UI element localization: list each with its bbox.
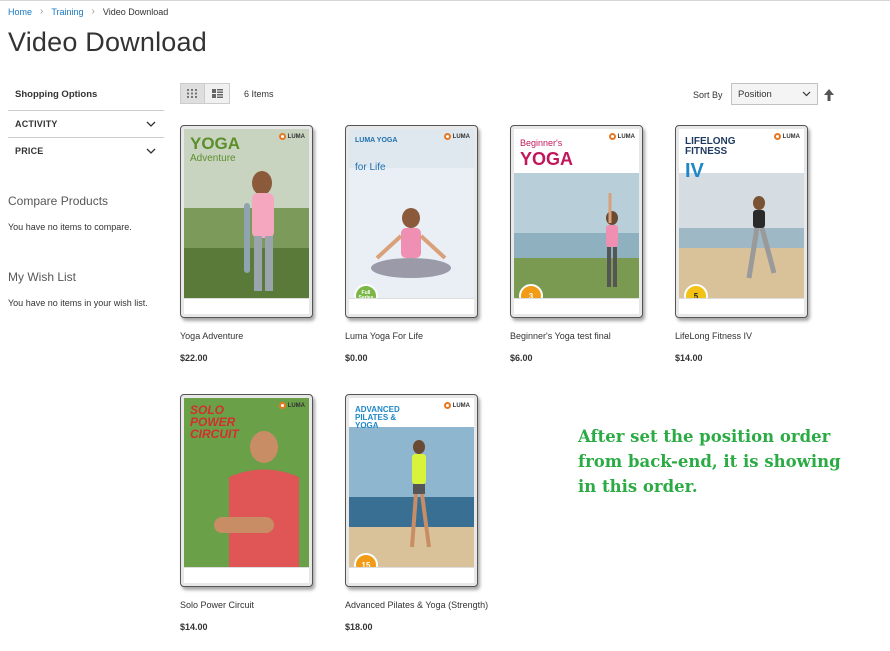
list-view-button[interactable] — [205, 83, 230, 104]
cover-footer — [184, 298, 309, 314]
wishlist-title: My Wish List — [8, 270, 77, 284]
product-item: LIFELONG FITNESS IV LUMA 5 LifeLong Fitn… — [675, 125, 825, 363]
cover-photo — [349, 168, 474, 298]
product-item: ADVANCED PILATES & YOGA LUMA 15 Advanced… — [345, 394, 495, 632]
product-name-link[interactable]: LifeLong Fitness IV — [675, 331, 825, 341]
cover-photo — [514, 173, 639, 298]
luma-logo: LUMA — [278, 402, 305, 409]
product-name-link[interactable]: Advanced Pilates & Yoga (Strength) — [345, 600, 495, 610]
grid-icon — [187, 89, 197, 98]
view-modes — [180, 83, 230, 104]
cover-title: SOLO POWER CIRCUIT — [190, 403, 239, 441]
cover-title: LIFELONG FITNESS — [685, 136, 736, 157]
filter-activity[interactable]: ACTIVITY — [8, 110, 164, 137]
product-price: $22.00 — [180, 353, 208, 363]
breadcrumb-training-link[interactable]: Training — [51, 7, 83, 17]
product-item: SOLO POWER CIRCUIT LUMA Solo Power Circu… — [180, 394, 330, 632]
sort-by-value: Position — [738, 88, 772, 100]
product-image[interactable]: ADVANCED PILATES & YOGA LUMA 15 — [345, 394, 478, 587]
product-image[interactable]: SOLO POWER CIRCUIT LUMA — [180, 394, 313, 587]
product-item: LUMA YOGA for Life LUMA Full Series Luma… — [345, 125, 495, 363]
sort-direction-arrow-icon[interactable] — [823, 88, 835, 102]
luma-logo: LUMA — [443, 133, 470, 140]
cover-subtitle: IV — [685, 160, 704, 182]
product-price: $6.00 — [510, 353, 533, 363]
product-price: $18.00 — [345, 622, 373, 632]
product-name-link[interactable]: Luma Yoga For Life — [345, 331, 495, 341]
breadcrumb-separator-icon: › — [91, 6, 95, 17]
breadcrumb-separator-icon: › — [40, 6, 44, 17]
wishlist-text: You have no items in your wish list. — [8, 298, 148, 308]
compare-products-title: Compare Products — [8, 194, 109, 208]
sort-by-label: Sort By — [693, 90, 723, 100]
product-image[interactable]: LIFELONG FITNESS IV LUMA 5 — [675, 125, 808, 318]
grid-view-button[interactable] — [180, 83, 205, 104]
cover-footer — [184, 567, 309, 583]
top-border — [0, 0, 890, 1]
luma-logo: LUMA — [443, 402, 470, 409]
cover-subtitle: for Life — [355, 162, 386, 173]
luma-logo: LUMA — [608, 133, 635, 140]
chevron-down-icon — [146, 121, 156, 127]
cover-subtitle: Adventure — [190, 153, 236, 164]
product-name-link[interactable]: Beginner's Yoga test final — [510, 331, 660, 341]
product-item: YOGA Adventure LUMA Yoga Adventure $22.0… — [180, 125, 330, 363]
cover-footer — [349, 567, 474, 583]
filter-price[interactable]: PRICE — [8, 137, 164, 164]
product-name-link[interactable]: Yoga Adventure — [180, 331, 330, 341]
cover-title: ADVANCED PILATES & YOGA — [355, 405, 400, 430]
product-image[interactable]: LUMA YOGA for Life LUMA Full Series — [345, 125, 478, 318]
chevron-down-icon — [146, 148, 156, 154]
luma-logo: LUMA — [773, 133, 800, 140]
breadcrumb-home-link[interactable]: Home — [8, 7, 32, 17]
cover-footer — [679, 298, 804, 314]
product-price: $14.00 — [180, 622, 208, 632]
breadcrumb: Home › Training › Video Download — [8, 6, 168, 17]
cover-title: YOGA — [520, 149, 574, 169]
chevron-down-icon — [802, 91, 811, 97]
items-count: 6 Items — [244, 89, 274, 99]
product-image[interactable]: YOGA Adventure LUMA — [180, 125, 313, 318]
product-price: $0.00 — [345, 353, 368, 363]
product-image[interactable]: Beginner's YOGA LUMA 3 — [510, 125, 643, 318]
compare-products-text: You have no items to compare. — [8, 222, 132, 232]
filter-activity-label: ACTIVITY — [15, 119, 58, 129]
shopping-options-title: Shopping Options — [15, 89, 98, 100]
list-icon — [211, 89, 223, 98]
sort-by-select[interactable]: Position — [731, 83, 818, 105]
page-title: Video Download — [8, 27, 207, 57]
cover-photo — [679, 173, 804, 298]
sidebar: Shopping Options ACTIVITY PRICE Compare … — [8, 84, 164, 308]
cover-subtitle: Beginner's — [520, 138, 563, 148]
cover-footer — [514, 298, 639, 314]
annotation-text: After set the position order from back-e… — [578, 427, 841, 496]
product-name-link[interactable]: Solo Power Circuit — [180, 600, 330, 610]
luma-logo: LUMA — [278, 133, 305, 140]
filter-price-label: PRICE — [15, 146, 44, 156]
cover-footer — [349, 298, 474, 314]
cover-title: LUMA YOGA — [355, 137, 398, 144]
cover-photo — [184, 171, 309, 298]
cover-title: YOGA — [190, 134, 241, 153]
breadcrumb-current: Video Download — [102, 6, 169, 17]
product-price: $14.00 — [675, 353, 703, 363]
product-item: Beginner's YOGA LUMA 3 Beginner's Yoga t… — [510, 125, 660, 363]
cover-photo — [349, 427, 474, 567]
